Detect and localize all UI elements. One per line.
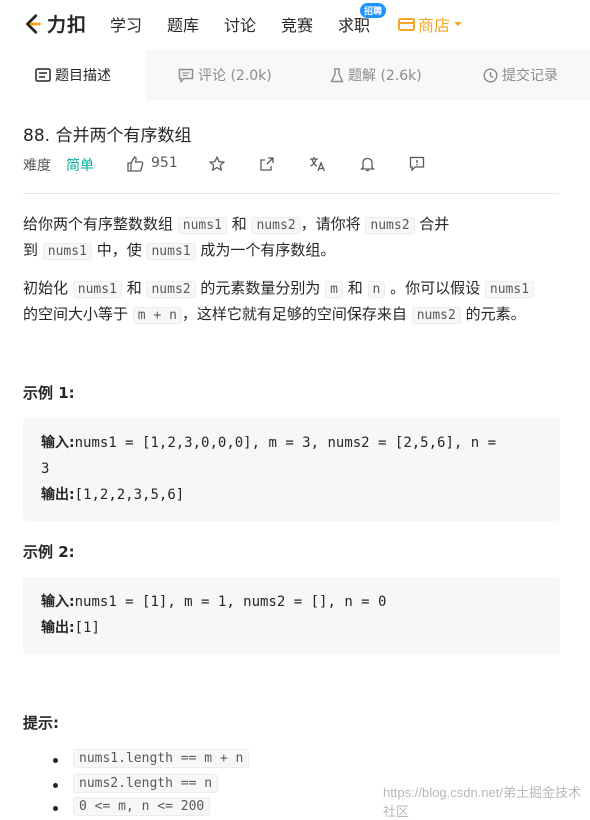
watermark: https://blog.csdn.net/弟土掘金技术社区 [383,785,581,819]
logo-text: 力扣 [47,14,88,36]
bullet [53,758,58,763]
tab-solutions[interactable]: 题解 (2.6k) [330,50,422,100]
problem-title: 88. 合并两个有序数组 [23,126,192,146]
text: 给你两个有序整数数组 [23,215,178,233]
output-label: 输出: [41,620,75,636]
nav-item-problems[interactable]: 题库 [167,12,199,36]
inline-code: nums1 [177,217,227,234]
nav-item-contest[interactable]: 竞赛 [281,12,313,36]
inline-code: nums2 [365,217,415,234]
leetcode-logo-icon [25,13,41,34]
text: 和 [226,215,252,233]
bullet [53,783,58,788]
hint-code: nums2.length == n [73,774,219,793]
likes-count: 951 [151,155,178,171]
input-value: nums1 = [1], m = 1, nums2 = [], n = 0 [74,594,387,610]
output-value: [1,2,2,3,5,6] [74,487,185,503]
example-1-block: 输入:nums1 = [1,2,3,0,0,0], m = 3, nums2 =… [23,418,560,521]
store-icon [398,17,415,31]
inline-code: nums1 [484,281,535,298]
inline-code: nums1 [146,243,196,260]
hint-item: nums1.length == m + n [73,749,250,768]
difficulty-label: 难度 [23,158,51,174]
comment-icon [178,68,194,83]
tab-comments[interactable]: 评论 (2.0k) [178,50,272,100]
difficulty-badge: 简单 [66,158,94,174]
input-label: 输入: [41,594,75,610]
tab-description[interactable]: 题目描述 [0,50,146,100]
text: 的元素。 [460,305,526,323]
share-icon[interactable] [259,156,275,172]
inline-code: nums1 [72,281,122,298]
text: 和 [121,279,147,297]
chevron-down-icon [454,22,463,26]
tab-label: 提交记录 [502,68,558,84]
output-label: 输出: [41,487,75,503]
problem-meta: 难度 简单 951 [23,155,563,175]
tab-submissions[interactable]: 提交记录 [483,50,558,100]
description-paragraph-1: 给你两个有序整数数组 nums1 和 nums2 ，请你将 nums2 合并 到 … [23,212,563,264]
text: 的元素数量分别为 [195,279,326,297]
nav-item-discuss[interactable]: 讨论 [224,12,256,36]
text: ，这样它就有足够的空间保存来自 [181,305,412,323]
example-1-input-cont: 3 [41,461,50,477]
jobs-badge: 招聘 [360,3,387,18]
text: 合并 [414,215,450,233]
input-value: nums1 = [1,2,3,0,0,0], m = 3, nums2 = [2… [74,435,497,451]
inline-code: nums2 [146,281,196,298]
inline-code: m [325,281,343,298]
thumbs-up-icon[interactable] [127,156,144,172]
translate-icon[interactable] [309,156,326,172]
tab-label: 题目描述 [55,68,111,84]
nav-item-shop[interactable]: 商店 [398,12,466,36]
hint-item: 0 <= m, n <= 200 [73,797,211,816]
hints-heading: 提示: [23,714,59,732]
hint-code: 0 <= m, n <= 200 [73,797,211,816]
example-2-input: 输入:nums1 = [1], m = 1, nums2 = [], n = 0 [41,590,386,614]
hint-code: nums1.length == m + n [73,749,250,768]
text: 中，使 [91,241,147,259]
inline-code: nums2 [411,307,461,324]
bullet [53,806,58,811]
divider [23,193,559,194]
clock-icon [483,67,498,83]
feedback-icon[interactable] [409,156,425,172]
text: 。你可以假设 [385,279,485,297]
inline-code: n [367,281,386,298]
tab-label: 题解 (2.6k) [348,68,422,84]
star-icon[interactable] [209,156,225,172]
flask-icon [330,67,344,82]
text: 和 [342,279,368,297]
example-2-block: 输入:nums1 = [1], m = 1, nums2 = [], n = 0… [23,577,560,654]
top-nav: 力扣 学习 题库 讨论 竞赛 求职 招聘 商店 [0,0,590,46]
description-paragraph-2: 初始化 nums1 和 nums2 的元素数量分别为 m 和 n 。你可以假设 … [23,276,563,328]
output-value: [1] [74,620,100,636]
text: 到 [23,241,43,259]
inline-code: m + n [132,307,182,324]
example-2-heading: 示例 2: [23,543,75,561]
tab-label: 评论 (2.0k) [198,68,272,84]
bell-icon[interactable] [360,156,375,172]
example-2-output: 输出:[1] [41,616,100,640]
example-1-output: 输出:[1,2,2,3,5,6] [41,483,184,507]
text: ，请你将 [300,215,366,233]
text: 的空间大小等于 [23,305,133,323]
text: 初始化 [23,279,73,297]
inline-code: nums1 [42,243,92,260]
hint-item: nums2.length == n [73,774,219,793]
logo[interactable]: 力扣 [22,10,87,37]
nav-item-learn[interactable]: 学习 [110,12,142,36]
example-1-heading: 示例 1: [23,384,75,402]
example-1-input: 输入:nums1 = [1,2,3,0,0,0], m = 3, nums2 =… [41,431,496,455]
problem-tabs: 题目描述 评论 (2.0k) 题解 (2.6k) 提交记录 [0,50,590,100]
text: 成为一个有序数组。 [195,241,336,259]
inline-code: nums2 [251,217,301,234]
input-label: 输入: [41,435,75,451]
description-icon [35,68,51,82]
shop-label: 商店 [418,16,451,35]
